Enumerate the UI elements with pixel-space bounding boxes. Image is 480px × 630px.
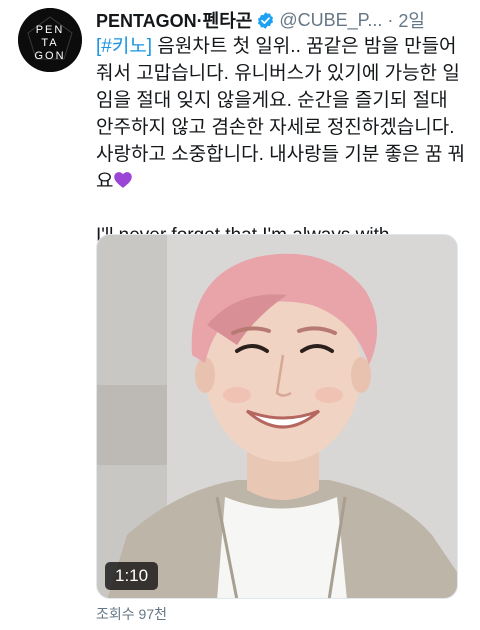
tweet: PEN TA GON PENTAGON·펜타곤 @CUBE_P... · 2일 … [0,0,480,630]
view-count: 조회수 97천 [96,606,167,622]
hashtag-link[interactable]: [#키노] [96,36,152,57]
display-name[interactable]: PENTAGON·펜타곤 [96,7,252,33]
tweet-header: PENTAGON·펜타곤 @CUBE_P... · 2일 [96,7,472,33]
timestamp[interactable]: 2일 [398,7,425,33]
handle[interactable]: @CUBE_P... [279,10,382,31]
video-thumbnail[interactable]: 1:10 [96,234,458,599]
avatar-logo-line-3: GON [34,50,65,62]
pentagon-logo-icon: PEN TA GON [18,8,82,72]
avatar-logo-line-1: PEN [36,24,65,36]
video-frame [97,235,457,598]
avatar-logo-line-2: TA [41,37,58,49]
purple-heart-emoji [113,170,133,190]
verified-badge-icon [256,11,275,30]
korean-text: 음원차트 첫 일위.. 꿈같은 밤을 만들어줘서 고맙습니다. 유니버스가 있기… [96,36,466,192]
video-duration-badge: 1:10 [105,562,159,590]
avatar[interactable]: PEN TA GON [18,8,82,72]
separator-dot: · [387,9,394,30]
